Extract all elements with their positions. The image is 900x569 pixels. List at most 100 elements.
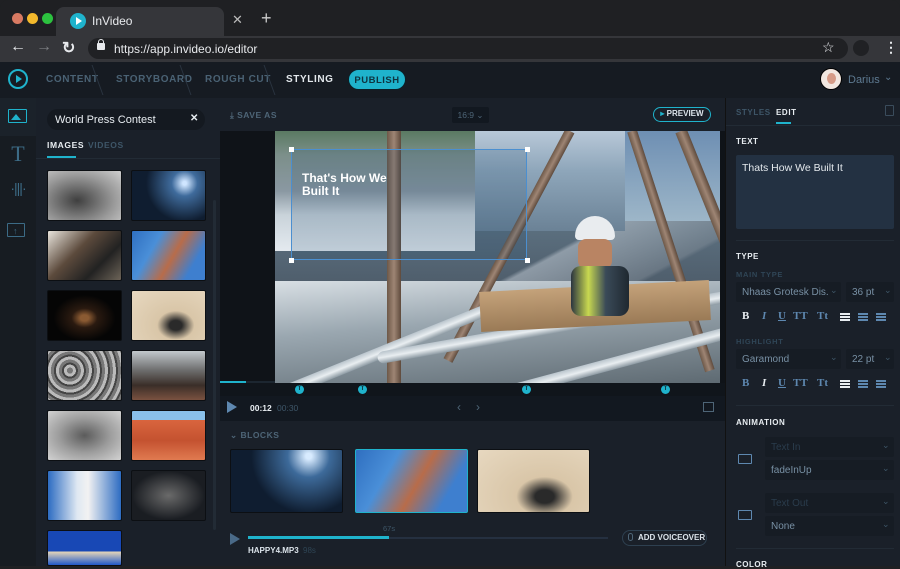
block-thumbnail[interactable] xyxy=(230,449,343,513)
text-marker[interactable]: T xyxy=(522,385,531,394)
resize-handle[interactable] xyxy=(525,258,530,263)
audio-progress-fill xyxy=(248,536,389,539)
uppercase-button[interactable]: TT xyxy=(793,377,808,389)
text-input-value[interactable]: Thats How We Built It xyxy=(742,162,843,174)
resize-handle[interactable] xyxy=(525,147,530,152)
audio-position: 67s xyxy=(383,524,396,533)
animation-heading: ANIMATION xyxy=(736,418,786,427)
media-scrollbar[interactable] xyxy=(213,200,216,530)
play-icon[interactable] xyxy=(227,401,237,413)
audio-play-icon[interactable] xyxy=(230,533,240,545)
media-thumbnail[interactable] xyxy=(47,410,122,461)
minimize-window-button[interactable] xyxy=(27,13,38,24)
media-thumbnail[interactable] xyxy=(47,170,122,221)
resize-handle[interactable] xyxy=(289,258,294,263)
preview-button[interactable]: ▸ PREVIEW xyxy=(653,107,711,122)
close-tab-icon[interactable]: ✕ xyxy=(232,12,243,28)
italic-button[interactable]: I xyxy=(762,310,766,322)
invideo-logo-icon[interactable] xyxy=(8,69,28,89)
forward-arrow-icon[interactable]: → xyxy=(36,38,52,56)
aspect-ratio-select[interactable]: 16:9 ⌄ xyxy=(452,107,489,123)
tab-videos[interactable]: VIDEOS xyxy=(88,140,124,150)
save-as-button[interactable]: ⤓ SAVE AS xyxy=(230,110,277,121)
reload-icon[interactable]: ↻ xyxy=(62,38,75,58)
align-right-icon[interactable] xyxy=(876,380,886,388)
align-left-icon[interactable] xyxy=(840,380,850,388)
align-left-icon[interactable] xyxy=(840,313,850,321)
chevron-right-icon[interactable]: › xyxy=(476,400,480,414)
bold-button[interactable]: B xyxy=(742,310,749,322)
underline-button[interactable]: U xyxy=(778,310,786,322)
chevron-left-icon[interactable]: ‹ xyxy=(457,400,461,414)
resize-handle[interactable] xyxy=(289,147,294,152)
bookmark-star-icon[interactable]: ☆ xyxy=(822,39,835,56)
close-window-button[interactable] xyxy=(12,13,23,24)
titlecase-button[interactable]: Tt xyxy=(817,310,828,322)
add-voiceover-button[interactable]: ADD VOICEOVER xyxy=(622,530,707,546)
titlecase-button[interactable]: Tt xyxy=(817,377,828,389)
chevron-down-icon: ⌄ xyxy=(882,440,890,450)
bold-button[interactable]: B xyxy=(742,377,749,389)
user-avatar[interactable] xyxy=(820,68,842,90)
tab-styles[interactable]: STYLES xyxy=(736,108,771,117)
upload-icon[interactable]: ↑ xyxy=(7,223,25,237)
back-arrow-icon[interactable]: ← xyxy=(10,38,26,56)
clear-search-icon[interactable]: ✕ xyxy=(190,113,198,124)
audio-file-name: HAPPY4.MP3 xyxy=(248,546,299,555)
media-thumbnail[interactable] xyxy=(47,530,122,566)
main-font-value: Nhaas Grotesk Dis. xyxy=(742,287,829,298)
text-tool-icon[interactable]: T xyxy=(7,141,29,167)
audio-length: 98s xyxy=(303,546,316,555)
align-right-icon[interactable] xyxy=(876,313,886,321)
user-name[interactable]: Darius xyxy=(848,74,880,86)
media-search-value[interactable]: World Press Contest xyxy=(55,114,156,126)
color-heading: COLOR xyxy=(736,560,768,569)
media-thumbnail[interactable] xyxy=(47,350,122,401)
block-thumbnail-selected[interactable] xyxy=(355,449,468,513)
text-marker[interactable]: T xyxy=(358,385,367,394)
media-thumbnail[interactable] xyxy=(131,290,206,341)
lock-icon xyxy=(97,39,105,50)
current-time: 00:12 xyxy=(250,403,272,413)
tab-images[interactable]: IMAGES xyxy=(47,140,84,150)
blocks-label: BLOCKS xyxy=(240,430,280,440)
tool-rail xyxy=(0,98,36,566)
media-thumbnail[interactable] xyxy=(131,170,206,221)
publish-button[interactable]: PUBLISH xyxy=(348,69,406,90)
media-thumbnail[interactable] xyxy=(131,410,206,461)
text-marker[interactable]: T xyxy=(295,385,304,394)
text-out-placeholder: Text Out xyxy=(771,498,809,509)
media-thumbnail[interactable] xyxy=(131,470,206,521)
maximize-window-button[interactable] xyxy=(42,13,53,24)
audio-waveform-icon[interactable]: ·|||· xyxy=(7,180,29,196)
tab-edit[interactable]: EDIT xyxy=(776,108,797,117)
image-library-icon[interactable] xyxy=(8,109,27,123)
url-text[interactable]: https://app.invideo.io/editor xyxy=(114,42,257,56)
align-center-icon[interactable] xyxy=(858,380,868,388)
preview-label: PREVIEW xyxy=(666,109,704,118)
text-marker[interactable]: T xyxy=(661,385,670,394)
uppercase-button[interactable]: TT xyxy=(793,310,808,322)
browser-tab[interactable]: InVideo xyxy=(56,7,224,36)
browser-menu-icon[interactable]: ⋮ xyxy=(884,39,898,56)
new-tab-icon[interactable]: + xyxy=(261,8,272,29)
media-thumbnail[interactable] xyxy=(131,230,206,281)
align-center-icon[interactable] xyxy=(858,313,868,321)
block-thumbnail[interactable] xyxy=(477,449,590,513)
media-thumbnail[interactable] xyxy=(131,350,206,401)
media-thumbnail[interactable] xyxy=(47,230,122,281)
canvas-overlay-text[interactable]: That's How We Built It xyxy=(302,172,402,198)
chevron-down-icon[interactable]: ⌄ xyxy=(884,72,892,83)
media-thumbnail[interactable] xyxy=(47,290,122,341)
underline-button[interactable]: U xyxy=(778,377,786,389)
blocks-toggle[interactable]: ⌄ BLOCKS xyxy=(230,430,279,441)
italic-button[interactable]: I xyxy=(762,377,766,389)
trash-icon[interactable] xyxy=(885,105,894,116)
fullscreen-icon[interactable] xyxy=(703,402,714,412)
highlight-label: HIGHLIGHT xyxy=(736,337,784,346)
text-selection-box[interactable] xyxy=(291,149,527,260)
browser-profile-icon[interactable] xyxy=(853,40,869,56)
step-styling[interactable]: STYLING xyxy=(286,74,334,85)
media-thumbnail[interactable] xyxy=(47,470,122,521)
chevron-down-icon: ⌄ xyxy=(230,430,241,440)
